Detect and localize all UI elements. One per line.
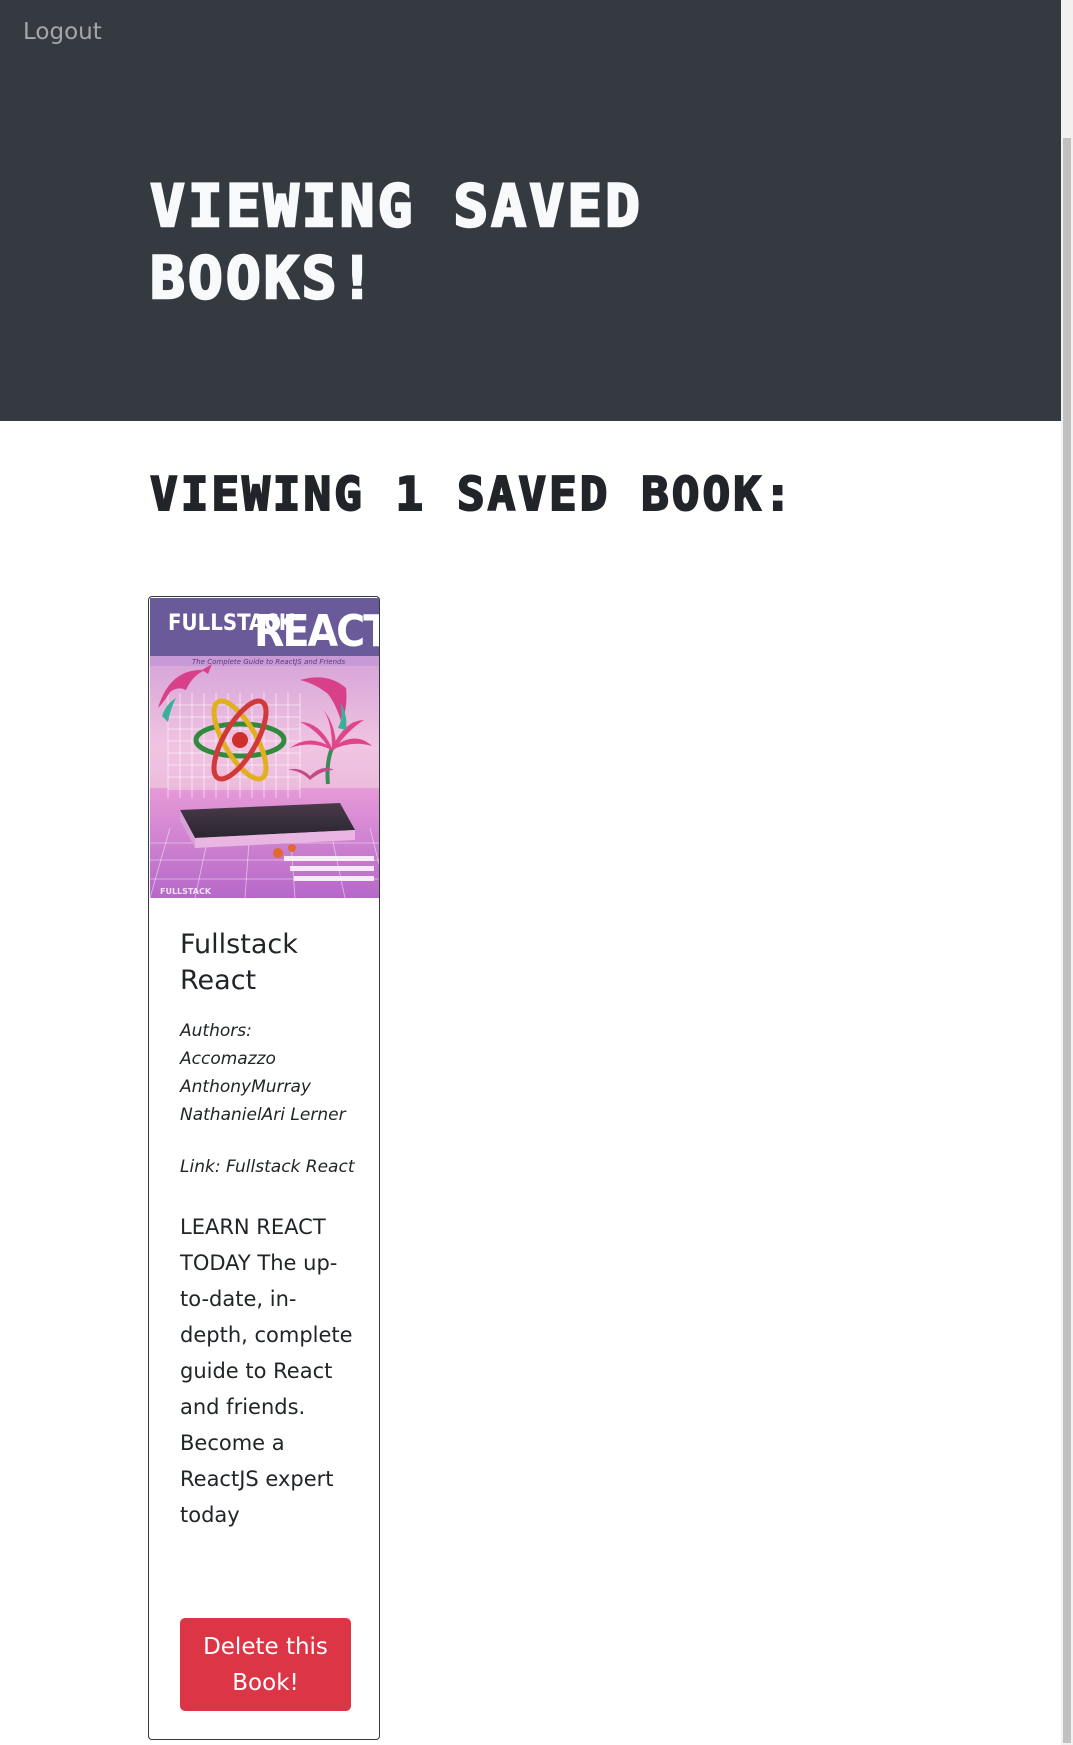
- author-name: NathanielAri Lerner: [180, 1105, 346, 1125]
- author-name: AnthonyMurray: [180, 1077, 311, 1097]
- browser-viewport: Logout Viewing saved books! Viewing 1 sa…: [0, 0, 1073, 1745]
- logout-link[interactable]: Logout: [23, 16, 102, 48]
- navbar: Logout: [0, 0, 1061, 64]
- page-content: Logout Viewing saved books! Viewing 1 sa…: [0, 0, 1061, 1745]
- book-card: FULLSTACK REACT The Complete Guide to Re…: [148, 596, 380, 1740]
- saved-books-heading: Viewing 1 saved book:: [149, 466, 795, 522]
- delete-book-button[interactable]: Delete this Book!: [180, 1618, 351, 1711]
- book-cover-image: FULLSTACK REACT The Complete Guide to Re…: [150, 598, 380, 898]
- book-authors: Authors: Accomazzo AnthonyMurray Nathani…: [180, 1017, 370, 1129]
- cover-title-text: REACT: [254, 606, 380, 657]
- vertical-scrollbar[interactable]: [1061, 0, 1073, 1745]
- jumbotron-header: Viewing saved books!: [0, 64, 1061, 421]
- page-title: Viewing saved books!: [149, 171, 643, 314]
- scrollbar-thumb[interactable]: [1063, 138, 1071, 1743]
- authors-label: Authors:: [180, 1021, 252, 1041]
- cover-brand-text: FULLSTACK: [160, 887, 212, 896]
- book-title: Fullstack React: [180, 929, 298, 996]
- cover-subtitle-text: The Complete Guide to ReactJS and Friend…: [192, 658, 345, 666]
- book-link[interactable]: Link: Fullstack React: [180, 1153, 370, 1181]
- book-description: LEARN REACT TODAY The up-to-date, in-dep…: [180, 1215, 353, 1527]
- author-name: Accomazzo: [180, 1049, 276, 1069]
